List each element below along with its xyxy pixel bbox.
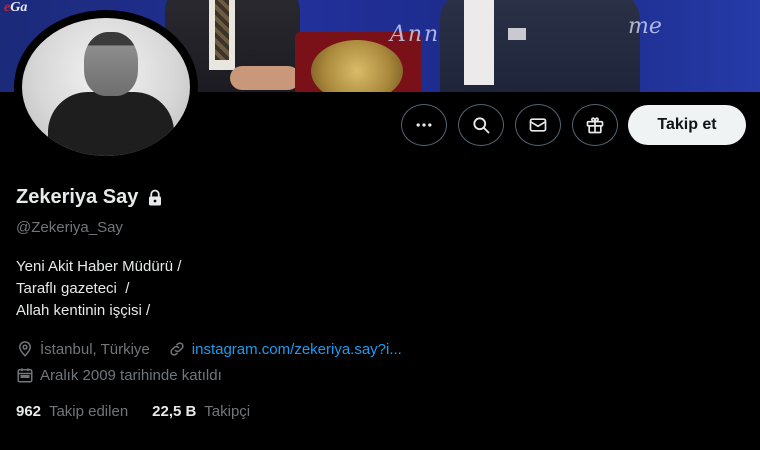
followers-label: Takipçi <box>204 403 251 420</box>
profile-meta: İstanbul, Türkiye instagram.com/zekeriya… <box>16 340 420 358</box>
bio-line: Allah kentinin işçisi / <box>16 302 151 319</box>
search-icon <box>473 117 490 134</box>
bio-line: Yeni Akit Haber Müdürü / <box>16 258 182 275</box>
follow-button[interactable]: Takip et <box>628 105 746 145</box>
joined-text: Aralık 2009 tarihinde katıldı <box>40 366 222 384</box>
following-label: Takip edilen <box>48 403 129 420</box>
website-link[interactable]: instagram.com/zekeriya.say?i... <box>192 341 402 358</box>
banner-person-right <box>440 0 640 92</box>
joined-item: Aralık 2009 tarihinde katıldı <box>16 366 222 384</box>
location-text: İstanbul, Türkiye <box>40 340 150 358</box>
message-button[interactable] <box>515 104 561 146</box>
link-icon <box>170 342 184 356</box>
followers-count: 22,5 B <box>152 403 197 420</box>
gift-icon <box>586 117 604 134</box>
profile-avatar[interactable] <box>14 10 198 164</box>
banner-script-text-2: me <box>628 14 662 39</box>
profile-page: eGa Ann me Takip et Zekeriya Say @Zekeri… <box>0 0 760 450</box>
bio-line: Taraflı gazeteci / <box>16 280 130 297</box>
banner-hand <box>230 66 300 90</box>
ellipsis-icon <box>416 123 432 127</box>
location-pin-icon <box>18 341 32 357</box>
banner-script-text: Ann <box>390 22 441 47</box>
location-item: İstanbul, Türkiye <box>16 340 150 358</box>
website-item[interactable]: instagram.com/zekeriya.say?i... <box>168 340 402 358</box>
following-link[interactable]: 962 Takip edilen <box>16 403 128 420</box>
gift-button[interactable] <box>572 104 618 146</box>
profile-bio: Yeni Akit Haber Müdürü / Taraflı gazetec… <box>16 256 181 322</box>
display-name: Zekeriya Say <box>16 186 139 208</box>
avatar-photo <box>22 18 190 156</box>
calendar-icon <box>17 368 33 383</box>
followers-link[interactable]: 22,5 B Takipçi <box>152 403 250 420</box>
profile-handle: @Zekeriya_Say <box>16 219 123 236</box>
mail-icon <box>529 118 547 132</box>
banner-logo-fragment: eGa <box>4 0 28 15</box>
follow-counts: 962 Takip edilen 22,5 B Takipçi <box>16 403 274 420</box>
profile-meta-joined: Aralık 2009 tarihinde katıldı <box>16 366 240 384</box>
lock-icon <box>149 189 162 205</box>
following-count: 962 <box>16 403 42 420</box>
name-row: Zekeriya Say <box>16 186 164 209</box>
search-button[interactable] <box>458 104 504 146</box>
more-button[interactable] <box>401 104 447 146</box>
